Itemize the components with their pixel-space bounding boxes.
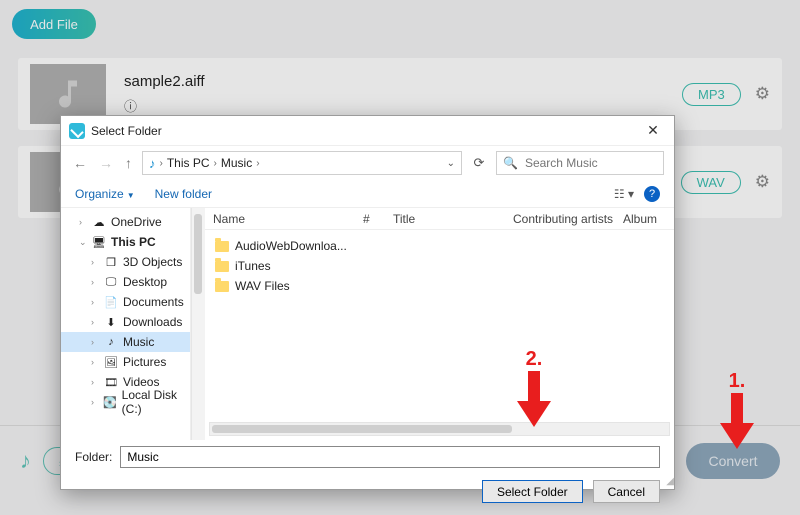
tree-item-downloads[interactable]: ›⬇Downloads [61,312,190,332]
crumb-segment[interactable]: This PC [167,156,210,170]
search-icon: 🔍 [503,156,518,170]
view-options-icon[interactable]: ☷ ▾ [614,187,634,201]
new-folder-button[interactable]: New folder [155,187,212,201]
folder-icon [215,261,229,272]
annotation-arrow-1: 1. [720,370,754,449]
select-folder-button[interactable]: Select Folder [482,480,583,503]
tree-item-local-disk-c-[interactable]: ›💽Local Disk (C:) [61,392,190,412]
col-title: Title [385,212,505,226]
desktop-icon: 🖵 [104,275,118,289]
tree-item-documents[interactable]: ›📄Documents [61,292,190,312]
file-list: AudioWebDownloa...iTunesWAV Files [205,230,674,302]
titlebar: Select Folder ✕ [61,116,674,146]
tree-item-3d-objects[interactable]: ›❒3D Objects [61,252,190,272]
col-artists: Contributing artists [505,212,615,226]
app-icon [69,123,85,139]
pc-icon: 🖥 [92,235,106,249]
folder-icon [215,281,229,292]
tree-item-music[interactable]: ›♪Music [61,332,190,352]
tree-item-pictures[interactable]: ›🖼Pictures [61,352,190,372]
up-arrow-icon[interactable]: ↑ [123,155,134,171]
close-icon[interactable]: ✕ [640,122,666,139]
tree-item-onedrive[interactable]: ›☁OneDrive [61,212,190,232]
back-arrow-icon[interactable]: ← [71,155,89,171]
folder-icon [215,241,229,252]
resize-handle[interactable]: ◢ [666,476,672,487]
help-icon[interactable]: ? [644,186,660,202]
folder-label: Folder: [75,450,112,464]
column-headers[interactable]: Name # Title Contributing artists Album [205,208,674,230]
tree-item-desktop[interactable]: ›🖵Desktop [61,272,190,292]
folder-name-input[interactable] [120,446,660,468]
search-input[interactable] [523,155,657,171]
tree-item-this-pc[interactable]: ⌄🖥This PC [61,232,190,252]
doc-icon: 📄 [104,295,118,309]
forward-arrow-icon: → [97,155,115,171]
tree-scrollbar[interactable] [191,208,205,440]
dialog-title: Select Folder [91,124,162,138]
annotation-arrow-2: 2. [517,348,551,427]
cancel-button[interactable]: Cancel [593,480,660,503]
select-folder-dialog: Select Folder ✕ ← → ↑ ♪ › This PC › Musi… [60,115,675,490]
horizontal-scrollbar[interactable] [209,422,670,436]
list-item[interactable]: iTunes [205,256,674,276]
search-box[interactable]: 🔍 [496,151,664,175]
breadcrumb[interactable]: ♪ › This PC › Music › ⌄ [142,151,462,175]
cube-icon: ❒ [104,255,118,269]
music-icon: ♪ [104,335,118,349]
pic-icon: 🖼 [104,355,118,369]
chevron-down-icon[interactable]: ⌄ [447,158,455,169]
crumb-segment[interactable]: Music [221,156,252,170]
list-item[interactable]: AudioWebDownloa... [205,236,674,256]
refresh-icon[interactable]: ⟳ [470,155,488,171]
organize-menu[interactable]: Organize▼ [75,187,135,201]
disk-icon: 💽 [103,395,117,409]
vid-icon: 🎞 [104,375,118,389]
list-item[interactable]: WAV Files [205,276,674,296]
cloud-icon: ☁ [92,215,106,229]
col-name: Name [205,212,355,226]
col-album: Album [615,212,665,226]
down-icon: ⬇ [104,315,118,329]
col-track: # [355,212,385,226]
music-note-icon: ♪ [149,156,156,171]
nav-tree: ›☁OneDrive⌄🖥This PC›❒3D Objects›🖵Desktop… [61,208,191,440]
